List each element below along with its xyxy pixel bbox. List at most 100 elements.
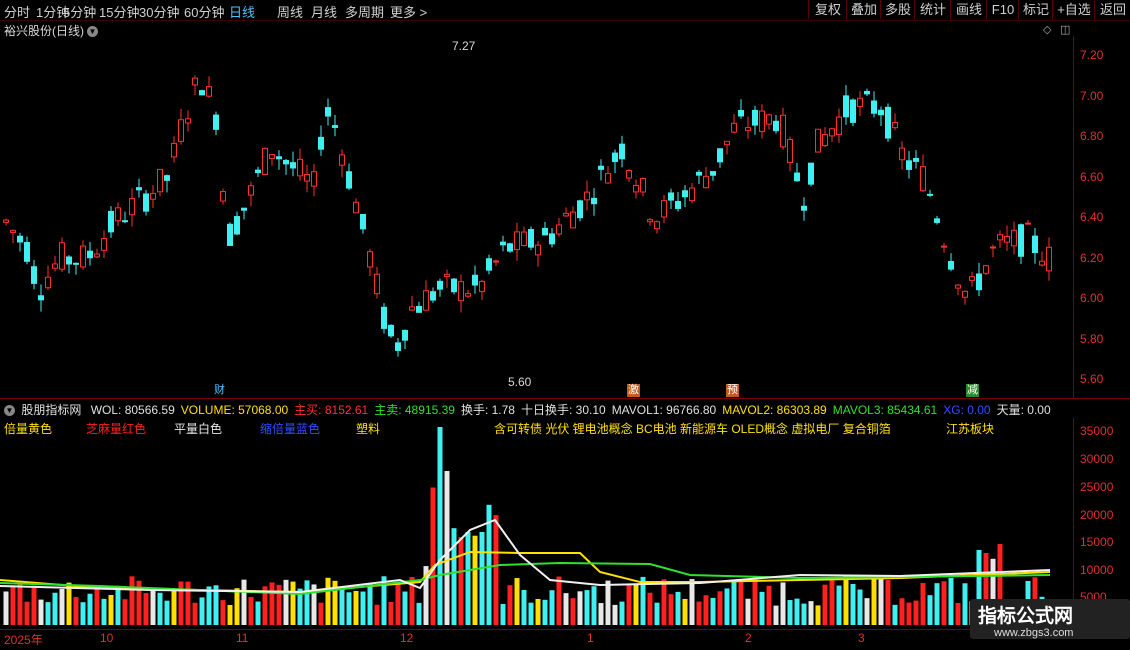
candle-body (941, 245, 947, 248)
volume-bar (717, 591, 723, 625)
candle-body (248, 185, 254, 196)
candle-body (871, 100, 877, 114)
volume-bar (738, 581, 744, 625)
volume-bar (66, 582, 72, 625)
event-marker-finance[interactable]: 财 (213, 384, 226, 397)
candle-body (815, 128, 821, 153)
volume-bar (465, 532, 471, 625)
candle-body (1032, 235, 1038, 254)
volume-bar (374, 604, 380, 625)
candle-body (913, 157, 919, 162)
candle-body (542, 227, 548, 236)
volume-bar (682, 598, 688, 625)
candle-body (1018, 224, 1024, 257)
candle-body (122, 220, 128, 223)
volume-bar (388, 601, 394, 625)
back-button[interactable]: 返回 (1094, 0, 1130, 19)
indicator-name[interactable]: 股朋指标网 (21, 403, 81, 417)
candle-body (920, 166, 926, 192)
volume-bar (584, 590, 590, 625)
volume-bar (38, 599, 44, 625)
volume-bar (556, 576, 562, 625)
volume-bar (689, 579, 695, 625)
volume-bar (360, 591, 366, 625)
candle-body (878, 109, 884, 116)
candle-body (38, 295, 44, 301)
candle-body (395, 342, 401, 351)
candle-body (857, 97, 863, 107)
volume-bar (164, 600, 170, 625)
volume-bar (598, 603, 604, 625)
candle-body (493, 260, 499, 263)
volume-bar (339, 586, 345, 625)
volume-tick: 10000 (1080, 563, 1114, 577)
volume-bar (605, 580, 611, 625)
indicator-value: 主卖: 48915.39 (374, 403, 455, 417)
candle-body (59, 242, 65, 270)
volume-bar (794, 598, 800, 625)
candle-body (647, 219, 653, 223)
volume-bar (395, 581, 401, 625)
candle-body (185, 118, 191, 124)
candle-body (892, 122, 898, 129)
candle-body (10, 229, 16, 233)
candle-body (955, 284, 961, 289)
volume-bar (17, 583, 23, 625)
candle-body (45, 276, 51, 289)
indicator-value: 主买: 8152.61 (294, 403, 369, 417)
volume-bar (178, 581, 184, 625)
candle-body (346, 171, 352, 189)
candle-body (682, 190, 688, 198)
candle-body (87, 250, 93, 259)
volume-bar (318, 602, 324, 625)
event-marker-forecast[interactable]: 预 (726, 384, 739, 397)
event-marker-reduce[interactable]: 减 (966, 384, 979, 397)
candle-body (535, 244, 541, 256)
volume-bar (444, 471, 450, 625)
candle-body (129, 198, 135, 216)
volume-bar (94, 587, 100, 625)
candle-body (101, 237, 107, 251)
candle-body (962, 290, 968, 298)
volume-bar (878, 576, 884, 625)
event-marker-incentive[interactable]: 激 (627, 384, 640, 397)
volume-bar (752, 575, 758, 625)
candle-body (899, 147, 905, 161)
volume-tick: 15000 (1080, 535, 1114, 549)
date-label: 10 (100, 631, 114, 645)
kline-chart[interactable] (0, 0, 1073, 630)
candle-body (717, 148, 723, 163)
candle-body (220, 191, 226, 202)
volume-tick: 30000 (1080, 452, 1114, 466)
candle-body (164, 175, 170, 181)
candle-body (409, 306, 415, 311)
volume-bar (458, 537, 464, 625)
indicator-menu-icon[interactable]: ▼ (4, 403, 15, 417)
volume-bar (850, 583, 856, 625)
price-tick: 6.80 (1080, 129, 1104, 143)
volume-bar (353, 590, 359, 625)
candle-body (472, 274, 478, 286)
candle-body (269, 154, 275, 159)
volume-bar (150, 588, 156, 625)
volume-bar (521, 589, 527, 625)
candle-body (66, 256, 72, 265)
volume-bar (185, 581, 191, 625)
volume-bar (122, 599, 128, 625)
volume-bar (479, 531, 485, 625)
candle-body (234, 216, 240, 235)
volume-bar (507, 585, 513, 625)
candle-body (836, 116, 842, 135)
candle-body (1011, 229, 1017, 247)
volume-bar (367, 583, 373, 625)
price-tick: 6.20 (1080, 251, 1104, 265)
candle-body (458, 281, 464, 302)
volume-bar (500, 603, 506, 625)
candle-body (430, 291, 436, 301)
candle-body (997, 234, 1003, 241)
volume-bar (192, 602, 198, 625)
volume-bar (80, 602, 86, 625)
candle-body (696, 171, 702, 176)
volume-bar (542, 599, 548, 625)
candle-body (465, 293, 471, 297)
